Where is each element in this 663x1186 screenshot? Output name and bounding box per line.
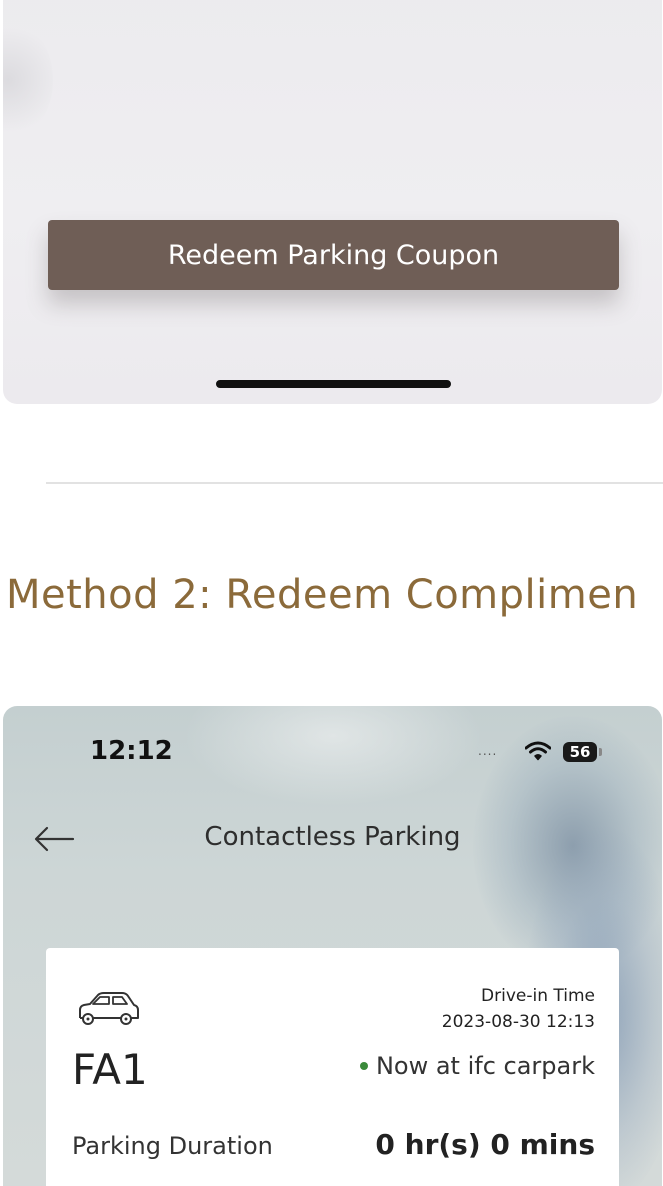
drive-in-time-label: Drive-in Time: [481, 986, 595, 1006]
wifi-icon: [525, 741, 551, 761]
section-divider: [46, 482, 663, 484]
page-title: Contactless Parking: [204, 822, 461, 852]
signal-icon: ....: [478, 744, 498, 758]
status-dot: [360, 1062, 368, 1070]
battery-tip: [599, 748, 602, 756]
drive-in-time-value: 2023-08-30 12:13: [441, 1012, 595, 1032]
background-blur: [183, 706, 483, 806]
battery-icon: 56: [563, 742, 597, 762]
location-status: Now at ifc carpark: [375, 1052, 595, 1080]
top-screenshot: Redeem Parking Coupon: [3, 0, 662, 404]
bottom-screenshot: 12:12 .... 56 Contactless Parking FA1 Dr…: [3, 706, 662, 1186]
parking-duration-value: 0 hr(s) 0 mins: [375, 1128, 595, 1161]
redeem-parking-coupon-button[interactable]: Redeem Parking Coupon: [48, 220, 619, 290]
parking-duration-label: Parking Duration: [72, 1132, 273, 1160]
license-plate: FA1: [72, 1045, 148, 1094]
background-blur: [3, 20, 53, 140]
car-icon: [79, 992, 139, 1025]
parking-info-card: FA1 Drive-in Time 2023-08-30 12:13 Now a…: [46, 948, 619, 1186]
method-heading: Method 2: Redeem Complimen: [6, 572, 639, 618]
status-bar-time: 12:12: [90, 736, 173, 766]
home-indicator: [216, 380, 451, 388]
